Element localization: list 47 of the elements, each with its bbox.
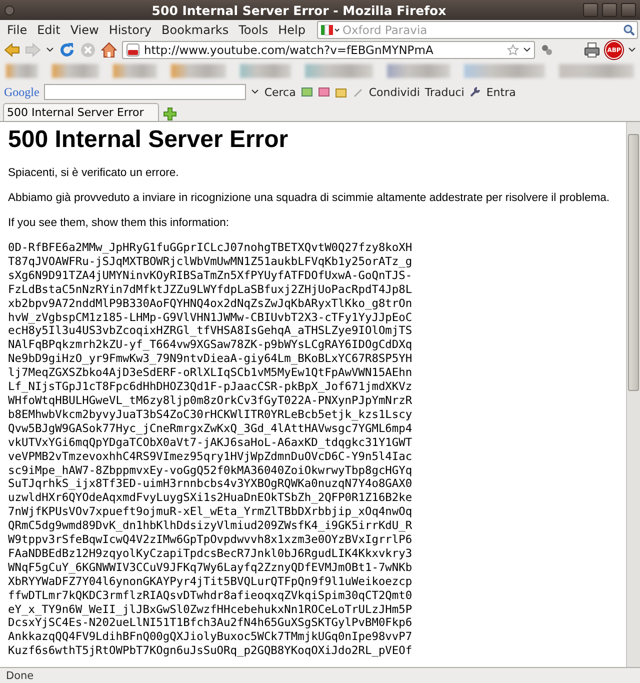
wrench-icon[interactable] bbox=[469, 86, 482, 98]
error-heading: 500 Internal Server Error bbox=[8, 126, 290, 154]
image-icon[interactable] bbox=[300, 86, 313, 98]
toolbar-button[interactable]: Cerca bbox=[264, 86, 296, 98]
paragraph: Abbiamo già provveduto a inviare in ricognizione una squadra di scimmie altamente addestrate per risolvere il problema. bbox=[8, 191, 610, 206]
menu-item[interactable]: Edit bbox=[32, 23, 66, 37]
close-button[interactable] bbox=[621, 3, 636, 17]
caret-icon[interactable] bbox=[628, 47, 636, 53]
window-menu-icon[interactable] bbox=[4, 4, 15, 16]
reload-icon[interactable] bbox=[59, 42, 75, 58]
address-field[interactable]: http://www.youtube.com/watch?v=fEBGnMYNPmA bbox=[122, 41, 535, 59]
minimize-button[interactable] bbox=[583, 3, 598, 17]
new-tab-icon[interactable] bbox=[163, 107, 177, 121]
menu-item[interactable]: History bbox=[104, 23, 157, 37]
toolbar-button[interactable]: Traduci bbox=[424, 86, 464, 98]
toolbar-button[interactable]: Entra bbox=[486, 86, 516, 98]
window-title: 500 Internal Server Error - Mozilla Firefox bbox=[150, 2, 448, 18]
maximize-button[interactable] bbox=[602, 3, 617, 17]
back-button[interactable] bbox=[4, 43, 20, 57]
scrollbar[interactable] bbox=[626, 122, 640, 667]
caret-icon[interactable] bbox=[46, 47, 54, 53]
extension-icon[interactable] bbox=[540, 43, 554, 57]
scroll-thumb[interactable] bbox=[628, 134, 639, 391]
status-text: Done bbox=[0, 667, 640, 683]
home-icon[interactable] bbox=[101, 42, 117, 58]
folder-icon[interactable] bbox=[334, 86, 347, 98]
menu-item[interactable]: Tools bbox=[234, 23, 274, 37]
browser-tab[interactable]: 500 Internal Server Error bbox=[3, 103, 159, 121]
menu-item[interactable]: Bookmarks bbox=[156, 23, 234, 37]
paragraph: Spiacenti, si è verificato un errore. bbox=[8, 166, 179, 181]
search-input[interactable]: Oxford Paravia bbox=[342, 23, 620, 37]
search-icon[interactable] bbox=[623, 24, 635, 36]
caret-icon[interactable] bbox=[523, 47, 531, 53]
google-logo: Google bbox=[4, 84, 40, 100]
flag-icon[interactable] bbox=[320, 24, 340, 36]
google-search-field[interactable] bbox=[44, 84, 246, 100]
site-favicon bbox=[126, 43, 140, 57]
menu-item[interactable]: View bbox=[65, 23, 104, 37]
search-field[interactable]: Oxford Paravia bbox=[316, 21, 638, 39]
star-icon[interactable] bbox=[507, 44, 519, 56]
printer-icon[interactable] bbox=[584, 42, 600, 58]
paragraph: If you see them, show them this information: bbox=[8, 216, 230, 231]
menu-item[interactable]: File bbox=[2, 23, 32, 37]
error-code: 0D-RfBFE6a2MMw_JpHRyG1fuGGprICLcJ07nohgTBETXQvtW0Q27fzy8koXH T87qJVOAWFRu-jSJqMXTBOWRjclWbVmUwMN1Z51aukbLFVqKb1y25orATz_g sXg6N9D91TZA4jUMYNinvKOyRIBSaTmZn5XfPYUyfATFDOfUxwA-GoQnTJS- FzLdBstaC5nNzRYin7dMfktJZZu9LWYfdpLaSBfuxj2ZHjUoPacRpdT4Jp8L xb2bpv9A72nddMlP9B330AoFQYHNQ4ox2dNqZsZwJqKbARyxTlKko_g8trOn hvW_zVgbspCM1z185-LHMp-G9VlVHN1JWMw-CBIUvbT2X3-cTFy1YyJJpEoC ecH8y5Il3u4US3vbZcoqixHZRGl_tfVHSA8IsGehqA_aTHSLZye9IOlOmjTS NAlFqBPqkzmrh2kZU-yf_T664vw9XGSaw78ZK-p9bWYsLCgRAY6IDOgCdDXq Ne9bD9giHzO_yr9FmwKw3_79N9ntvDieaA-giy64Lm_BKoBLxYC67R8SP5YH lj7MeqZGXSZbko4AjD3eSdERF-oRlXLIqSCb1vM5MyEw1QtFpAwVWN15AEhn Lf_NIjsTGpJ1cT8Fpc6dHhDHOZ3Qd1F-pJaacCSR-pkBpX_Jof671jmdXKVz WHfoWtqHBULHGweVL_tM6zy8ljp0m8zOrkCv3fGyT022A-PNXynPJpYmNrzR b8EMhwbVkcm2byvyJuaT3bS4ZoC30rHCKWlITR0YRLeBcb5etjk_kzs1Lscy Qvw5BJgW9GASok77Hyc_jCneRmrgxZwKxQ_3Gd_4lAttHAVwsgc7YGML6mp4 vkUTVxYGi6mqQpYDgaTCObX0aVt7-jAKJ6saHoL-A6axKD_tdqgkc31Y1GWT veVPMB2vTmzevoxhhC4RS9VImez95qry1HVjWpZdmnDuOVcD6C-Y9n5l4Iac sc9iMpe_hAW7-8ZbppmvxEy-voGgQ52f0kMA36040ZoiOkwrwyTbp8gcHGYq SuTJqrhkS_ijx8Tf3ED-uimH3rnnbcbs4v3YXBOgRQWKa0nuzqN7Y4o8GAX0 uzwldHXr6QYOdeAqxmdFvyLuygSXi1s2HuaDnEOkTSbZh_2QFP0R1Z16B2ke 7nWjfKPUsVOv7xpueft9ojmuR-xEl_wEta_YrmZlTBbDXrbbjip_xOq4nwOq QRmC5dg9wmd89DvK_dn1hbKlhDdsizyVlmiud209ZWsfK4_i9GK5irrKdU_R W9tppv3rSfeBqwIcwQ4V2zIMw6GpTpOvpdwvvh8x1xzm3e0OYzBVxIgrrlP6 FAaNDBEdBz12H9zqyolKyCzapiTpdcsBecR7Jnkl0bJ6RgudLIK4Kkxvkry3 WNqF5gCuY_6KGNWWIV3CCuV9JFKq7Wy6Layfq2ZznyQDfEVMJmOBt1-7wNKb XbRYYWaDFZ7Y04l6ynonGKAYPyr4jTit5BVQLurQTFpQn9f9l1uWeikoezcp ffwDTLmr7kQKDC3rmflzRIAQsvDTwhdr8afieoqxqZVkqiSpim30qCT2Qmt0 eY_x_TY9n6W_WeII_jlJBxGwSl0ZwzfHHcebehukxNn1ROCeLoTrULzJHm5P DcsxYjSC4Es-N202ueLlNI51T1Bfch3Au2fN4h65GuXSgSKTGylPvBM0Fkp6 AnkkazqQQ4FV9LdihBFnQ00gQXJiolyBuxoc5WCk7TMmjkUGq0nIpe98vvP7 Kuzf6s6wthT5jRtOWPbT7KOgn6uJsSuORq_p2GQB8YKoqOXiJdo2RL_pVEOf bbox=[8, 241, 414, 658]
toolbar-button[interactable]: Condividi bbox=[368, 86, 420, 98]
menu-item[interactable]: Help bbox=[273, 23, 310, 37]
caret-icon[interactable] bbox=[251, 89, 260, 95]
